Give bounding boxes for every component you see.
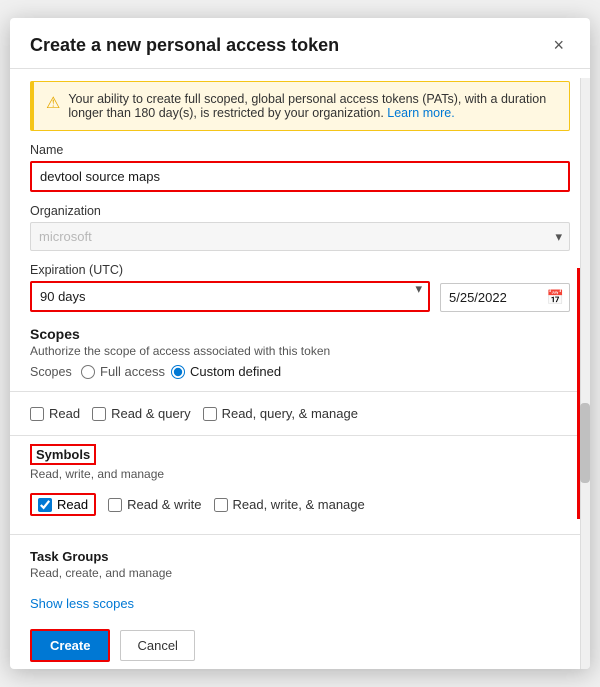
symbols-read-write-checkbox[interactable] <box>108 498 122 512</box>
scope-read-label[interactable]: Read <box>30 406 80 421</box>
symbols-read-write-label[interactable]: Read & write <box>108 493 201 516</box>
scope-read-query-manage-checkbox[interactable] <box>203 407 217 421</box>
expiration-row: 30 days 60 days 90 days 180 days 1 year … <box>30 281 570 312</box>
warning-text: Your ability to create full scoped, glob… <box>68 92 557 120</box>
scopes-desc: Authorize the scope of access associated… <box>30 344 570 358</box>
symbols-desc: Read, write, and manage <box>30 467 570 481</box>
warning-icon: ⚠ <box>46 93 60 113</box>
divider-2 <box>10 435 590 436</box>
scope-read-checkbox[interactable] <box>30 407 44 421</box>
create-button[interactable]: Create <box>30 629 110 662</box>
symbols-title: Symbols <box>36 447 90 462</box>
scope-read-query-label[interactable]: Read & query <box>92 406 191 421</box>
dialog-body: ⚠ Your ability to create full scoped, gl… <box>10 69 590 669</box>
symbols-section: Symbols Read, write, and manage Read Rea… <box>30 444 570 522</box>
custom-defined-radio-label[interactable]: Custom defined <box>171 364 281 379</box>
org-label: Organization <box>30 204 570 218</box>
expiration-label: Expiration (UTC) <box>30 263 570 277</box>
symbols-checkboxes-row: Read Read & write Read, write, & manage <box>30 487 570 522</box>
scopes-title: Scopes <box>30 326 570 342</box>
scrollbar-thumb[interactable] <box>580 403 590 483</box>
scrollbar[interactable] <box>580 78 590 669</box>
scopes-section: Scopes Authorize the scope of access ass… <box>30 326 570 379</box>
learn-more-link[interactable]: Learn more. <box>387 106 454 120</box>
task-groups-section: Task Groups Read, create, and manage <box>30 549 570 580</box>
expiration-select[interactable]: 30 days 60 days 90 days 180 days 1 year … <box>30 281 430 312</box>
symbols-read-checkbox[interactable] <box>38 498 52 512</box>
custom-defined-radio[interactable] <box>171 365 185 379</box>
symbols-read-write-manage-checkbox[interactable] <box>214 498 228 512</box>
warning-banner: ⚠ Your ability to create full scoped, gl… <box>30 81 570 131</box>
scope-read-query-manage-label[interactable]: Read, query, & manage <box>203 406 358 421</box>
cancel-button[interactable]: Cancel <box>120 630 194 661</box>
full-access-radio[interactable] <box>81 365 95 379</box>
name-input[interactable] <box>30 161 570 192</box>
scopes-options-row: Scopes Full access Custom defined <box>30 364 570 379</box>
name-label: Name <box>30 143 570 157</box>
show-less-link[interactable]: Show less scopes <box>30 596 134 611</box>
expiration-field-group: Expiration (UTC) 30 days 60 days 90 days… <box>30 263 570 312</box>
task-groups-desc: Read, create, and manage <box>30 566 570 580</box>
close-button[interactable]: × <box>547 34 570 56</box>
scopes-label: Scopes <box>30 365 75 379</box>
symbols-read-write-manage-label[interactable]: Read, write, & manage <box>214 493 365 516</box>
date-input[interactable] <box>440 283 570 312</box>
actions-row: Create Cancel <box>30 629 570 662</box>
org-select-wrapper: microsoft ▾ <box>30 222 570 251</box>
dialog-title: Create a new personal access token <box>30 35 339 56</box>
full-access-radio-label[interactable]: Full access <box>81 364 165 379</box>
create-pat-dialog: Create a new personal access token × ⚠ Y… <box>10 18 590 669</box>
dialog-header: Create a new personal access token × <box>10 18 590 69</box>
name-field-group: Name <box>30 143 570 192</box>
scope-checkboxes-row: Read Read & query Read, query, & manage <box>30 400 570 427</box>
red-border-indicator <box>577 268 580 519</box>
date-field-wrap: 📅 <box>440 283 570 312</box>
scope-read-query-checkbox[interactable] <box>92 407 106 421</box>
org-select[interactable]: microsoft <box>30 222 570 251</box>
symbols-read-label[interactable]: Read <box>30 493 96 516</box>
divider-1 <box>10 391 590 392</box>
org-field-group: Organization microsoft ▾ <box>30 204 570 251</box>
task-groups-title: Task Groups <box>30 549 570 564</box>
divider-3 <box>10 534 590 535</box>
expiration-select-wrap: 30 days 60 days 90 days 180 days 1 year … <box>30 281 430 312</box>
